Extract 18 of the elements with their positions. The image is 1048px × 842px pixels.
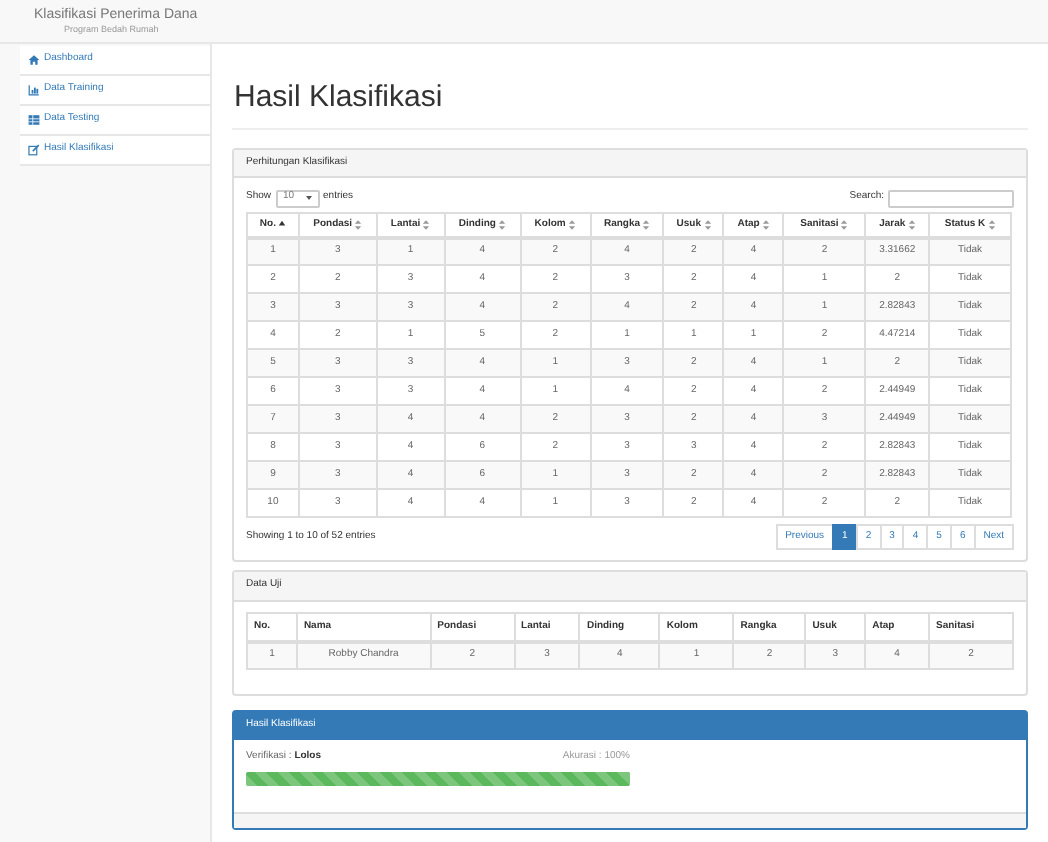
sort-icon bbox=[354, 219, 363, 230]
sort-icon bbox=[840, 219, 849, 230]
sort-icon bbox=[987, 219, 996, 230]
table-icon bbox=[28, 114, 40, 126]
bar-chart-icon bbox=[28, 84, 40, 96]
sort-icon bbox=[761, 219, 770, 230]
sort-ascending-icon bbox=[277, 220, 286, 229]
sort-icon bbox=[642, 219, 651, 230]
home-icon bbox=[28, 54, 40, 66]
sort-icon bbox=[907, 219, 916, 230]
sort-icon bbox=[703, 219, 712, 230]
caret-icon bbox=[305, 196, 312, 200]
sort-icon bbox=[567, 219, 576, 230]
sort-icon bbox=[422, 219, 431, 230]
sort-icon bbox=[497, 219, 506, 230]
edit-icon bbox=[28, 144, 40, 156]
search-field[interactable] bbox=[888, 189, 1014, 207]
page-title: Hasil Klasifikasi bbox=[234, 80, 443, 116]
